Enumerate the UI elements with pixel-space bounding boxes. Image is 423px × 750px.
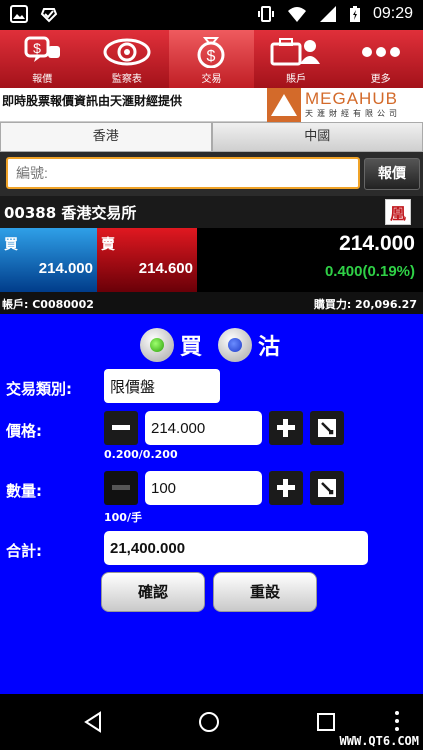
tab-watchlist[interactable]: 監察表	[85, 30, 170, 88]
lot-size: 100/手	[104, 511, 142, 524]
recents-icon[interactable]	[316, 712, 336, 732]
tab-china[interactable]: 中國	[211, 122, 423, 152]
bid-box[interactable]: 買 214.000	[0, 228, 97, 292]
battery-icon	[349, 6, 360, 22]
buy-radio[interactable]	[140, 328, 174, 362]
quantity-minus-button[interactable]	[104, 471, 138, 505]
plus-icon	[277, 419, 295, 437]
total-field: 21,400.000	[104, 531, 368, 565]
home-icon[interactable]	[197, 710, 221, 734]
quantity-input[interactable]: 100	[145, 471, 262, 505]
status-bar: 09:29	[0, 0, 423, 30]
ask-price: 214.600	[138, 260, 193, 277]
overflow-menu-icon[interactable]	[393, 710, 401, 732]
price-spread: 0.200/0.200	[104, 448, 178, 461]
check-icon	[40, 8, 58, 23]
price-change: 0.400(0.19%)	[324, 263, 415, 280]
account-row: 帳戶: C0080002 購買力: 20,096.27	[0, 292, 423, 314]
price-label: 價格:	[6, 422, 42, 440]
price-minus-button[interactable]	[104, 411, 138, 445]
total-label: 合計:	[6, 542, 42, 560]
megahub-logo: MEGAHUB 天滙財經有限公司	[267, 88, 423, 122]
buy-label: 買	[180, 335, 203, 360]
account-icon	[270, 38, 321, 66]
buying-power: 購買力: 20,096.27	[313, 298, 417, 311]
banner-text: 即時股票報價資訊由天滙財經提供	[2, 94, 183, 108]
ask-label: 賣	[101, 237, 115, 253]
tab-label: 更多	[370, 74, 391, 85]
info-banner: 即時股票報價資訊由天滙財經提供 MEGAHUB 天滙財經有限公司	[0, 88, 423, 122]
reset-button[interactable]: 重設	[213, 572, 317, 612]
tab-more[interactable]: 更多	[338, 30, 423, 88]
sell-label: 沽	[258, 335, 281, 360]
order-type-label: 交易類別:	[6, 380, 72, 398]
sell-radio[interactable]	[218, 328, 253, 362]
tab-quote[interactable]: $ 報價	[0, 30, 85, 88]
brand-subtitle: 天滙財經有限公司	[305, 109, 401, 118]
order-panel: 買 沽 交易類別: 限價盤 價格: 214.000 0.200/0.200 數量…	[0, 314, 423, 694]
wifi-icon	[287, 7, 306, 22]
stock-code-input[interactable]	[6, 157, 360, 189]
account-id: 帳戶: C0080002	[2, 298, 94, 311]
quote-icon: $	[24, 36, 61, 62]
quantity-label: 數量:	[6, 482, 42, 500]
stock-header: 00388 香港交易所 凰	[0, 196, 423, 228]
tab-label: 監察表	[111, 74, 142, 85]
quantity-plus-button[interactable]	[269, 471, 303, 505]
tab-account[interactable]: 賬戶	[254, 30, 339, 88]
bid-label: 買	[4, 237, 18, 253]
stock-title: 00388 香港交易所	[4, 204, 137, 222]
money-bag-icon: $	[197, 37, 225, 68]
image-icon	[10, 5, 28, 23]
more-icon	[361, 47, 400, 57]
tab-hong-kong[interactable]: 香港	[0, 122, 212, 152]
signal-icon	[319, 6, 336, 22]
search-row: 報價	[0, 152, 423, 196]
order-type-select[interactable]: 限價盤	[104, 369, 220, 403]
price-edit-button[interactable]	[310, 411, 344, 445]
tab-label: 賬戶	[286, 74, 307, 85]
price-input[interactable]: 214.000	[145, 411, 262, 445]
svg-text:$: $	[207, 48, 216, 65]
hkex-logo: 凰	[385, 199, 411, 225]
main-tab-bar: $ 報價 監察表 $ 交易 賬戶 更多	[0, 30, 423, 88]
edit-icon	[318, 479, 336, 497]
quote-button[interactable]: 報價	[364, 158, 420, 190]
quote-area: 買 214.000 賣 214.600 214.000 0.400(0.19%)	[0, 228, 423, 292]
back-icon[interactable]	[82, 711, 104, 733]
price-plus-button[interactable]	[269, 411, 303, 445]
market-tabs: 香港 中國	[0, 122, 423, 152]
eye-icon	[103, 38, 151, 66]
side-select: 買 沽	[140, 328, 290, 362]
brand-name: MEGAHUB	[305, 89, 398, 108]
confirm-button[interactable]: 確認	[101, 572, 205, 612]
tab-label: 交易	[201, 74, 222, 85]
ask-box[interactable]: 賣 214.600	[97, 228, 197, 292]
bid-price: 214.000	[38, 260, 93, 277]
svg-text:$: $	[33, 40, 41, 56]
tab-label: 報價	[32, 74, 53, 85]
watermark: WWW.QT6.COM	[339, 734, 419, 748]
edit-icon	[318, 419, 336, 437]
plus-icon	[277, 479, 295, 497]
system-nav-bar: WWW.QT6.COM	[0, 694, 423, 750]
vibrate-icon	[257, 6, 274, 22]
minus-icon	[112, 425, 130, 430]
megahub-mark-icon	[267, 88, 301, 122]
tab-trade[interactable]: $ 交易	[169, 30, 254, 88]
minus-icon	[112, 485, 130, 490]
clock: 09:29	[372, 5, 413, 22]
last-price: 214.000	[339, 232, 415, 255]
quantity-edit-button[interactable]	[310, 471, 344, 505]
